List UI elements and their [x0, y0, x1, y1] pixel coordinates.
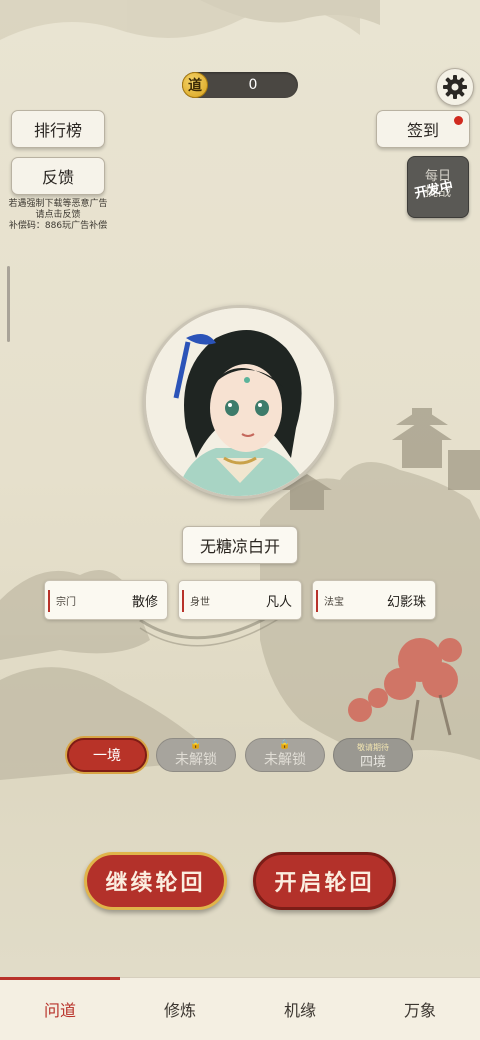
origin-card[interactable]: 身世 凡人: [178, 580, 302, 620]
sect-value: 散修: [131, 595, 158, 610]
origin-value: 凡人: [265, 595, 292, 610]
treasure-label: 法宝: [324, 597, 344, 608]
ad-notice: 若遇强制下载等恶意广告 请点击反馈 补偿码：886玩广告补偿: [4, 199, 112, 232]
tab-wanxiang[interactable]: 万象: [360, 978, 480, 1040]
ad-notice-line: 若遇强制下载等恶意广告: [8, 199, 108, 209]
sign-in-button[interactable]: 签到: [376, 110, 470, 148]
settings-button[interactable]: [436, 68, 474, 106]
origin-label: 身世: [190, 597, 210, 608]
ad-notice-line: 补偿码：886玩广告补偿: [8, 221, 108, 231]
sect-card[interactable]: 宗门 散修: [44, 580, 168, 620]
character-avatar[interactable]: [143, 305, 337, 499]
treasure-value: 幻影珠: [386, 595, 426, 610]
character-portrait: [146, 308, 334, 496]
scrollbar[interactable]: [7, 266, 10, 342]
ad-notice-line: 请点击反馈: [35, 210, 81, 220]
realm-locked-label: 未解锁: [264, 752, 306, 768]
realm-4-label: 四境: [359, 754, 386, 770]
realm-3-button[interactable]: 🔒 未解锁: [245, 738, 325, 772]
coming-soon-tag: 敬请期待: [357, 743, 389, 752]
realm-1-button[interactable]: 一境: [67, 738, 147, 772]
player-name[interactable]: 无糖凉白开: [182, 526, 298, 564]
continue-reincarnation-button[interactable]: 继续轮回: [84, 852, 227, 910]
realm-2-button[interactable]: 🔒 未解锁: [156, 738, 236, 772]
lock-icon: 🔒: [190, 740, 202, 750]
sign-in-label: 签到: [406, 121, 439, 140]
feedback-button[interactable]: 反馈: [11, 157, 105, 195]
sect-label: 宗门: [56, 597, 76, 608]
bottom-tab-bar: 问道 修炼 机缘 万象: [0, 977, 480, 1040]
daily-challenge-button[interactable]: 每日 挑战 开发中: [407, 156, 469, 218]
leaderboard-button[interactable]: 排行榜: [11, 110, 105, 148]
realm-locked-label: 未解锁: [175, 752, 217, 768]
gear-icon: [443, 75, 467, 99]
dao-value: 0: [248, 77, 258, 93]
notification-dot: [454, 116, 463, 125]
realm-4-button[interactable]: 敬请期待 四境: [333, 738, 413, 772]
tab-xiulian[interactable]: 修炼: [120, 978, 240, 1040]
lock-icon: 🔒: [279, 740, 291, 750]
tab-wendao[interactable]: 问道: [0, 978, 120, 1040]
tab-jiyuan[interactable]: 机缘: [240, 978, 360, 1040]
dao-currency-display: 道 0: [182, 72, 298, 98]
treasure-card[interactable]: 法宝 幻影珠: [312, 580, 436, 620]
dao-badge: 道: [182, 72, 208, 98]
start-reincarnation-button[interactable]: 开启轮回: [253, 852, 396, 910]
